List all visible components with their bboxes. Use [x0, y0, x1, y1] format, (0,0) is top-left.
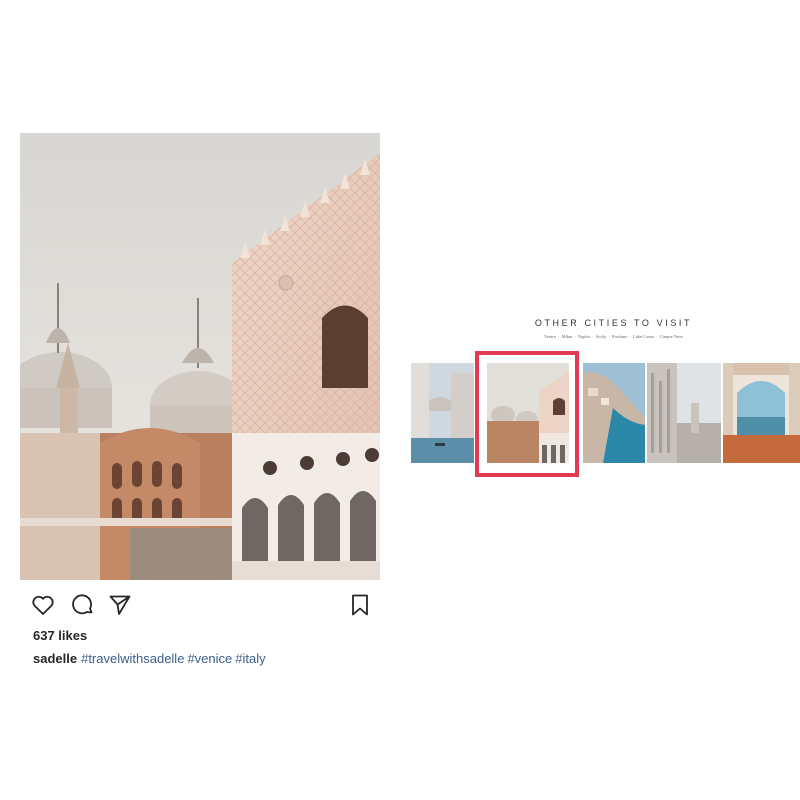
separator: · [574, 334, 576, 339]
separator: · [558, 334, 560, 339]
instagram-post: 637 likes sadelle #travelwithsadelle #veni… [20, 133, 380, 667]
cities-section: OTHER CITIES TO VISIT Venice · Milan · Naple… [411, 318, 800, 477]
heart-icon[interactable] [31, 593, 55, 617]
separator: · [629, 334, 631, 339]
section-title: OTHER CITIES TO VISIT [534, 318, 693, 328]
post-caption: sadelle #travelwithsadelle #venice #italy [33, 650, 380, 667]
username[interactable]: sadelle [33, 651, 77, 666]
hashtag-link[interactable]: #venice [187, 651, 232, 666]
city-link-sicily[interactable]: Sicily [596, 334, 607, 339]
paper-plane-icon[interactable] [108, 593, 132, 617]
city-nav: Venice · Milan · Naples · Sicily · Positano · Lake… [427, 334, 800, 341]
like-count[interactable]: 637 likes [33, 627, 380, 644]
city-link-naples[interactable]: Naples [578, 334, 591, 339]
bookmark-icon[interactable] [348, 593, 372, 617]
city-thumb-venice[interactable] [411, 363, 474, 463]
city-link-lake-como[interactable]: Lake Como [633, 334, 654, 339]
city-thumb-milan[interactable] [647, 363, 721, 463]
hashtag-link[interactable]: #travelwithsadelle [81, 651, 184, 666]
city-thumb-terrace[interactable] [723, 363, 800, 463]
separator: · [656, 334, 658, 339]
post-photo[interactable] [20, 133, 380, 580]
comment-icon[interactable] [71, 593, 95, 617]
city-link-positano[interactable]: Positano [612, 334, 628, 339]
city-link-milan[interactable]: Milan [562, 334, 573, 339]
separator: · [608, 334, 610, 339]
hashtag-link[interactable]: #italy [235, 651, 265, 666]
city-thumb-coast[interactable] [583, 363, 645, 463]
city-link-venice[interactable]: Venice [544, 334, 556, 339]
separator: · [592, 334, 594, 339]
city-link-cinque-terre[interactable]: Cinque Terre [660, 334, 683, 339]
city-thumb-venice-basilica[interactable] [487, 363, 569, 463]
city-gallery [411, 351, 800, 477]
post-actions [20, 580, 380, 624]
